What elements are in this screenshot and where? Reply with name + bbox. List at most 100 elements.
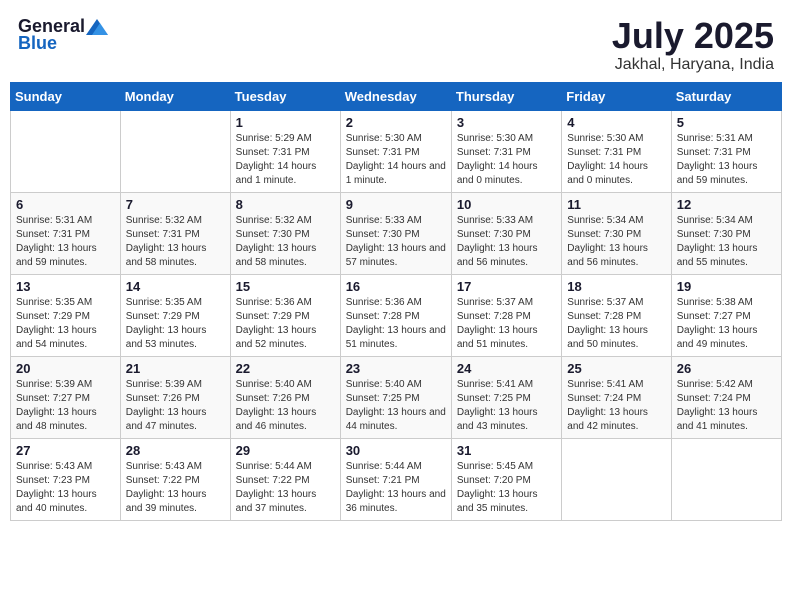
col-monday: Monday	[120, 82, 230, 110]
day-info: Sunrise: 5:41 AM Sunset: 7:25 PM Dayligh…	[457, 378, 556, 434]
day-number: 31	[457, 443, 556, 458]
calendar-cell: 10 Sunrise: 5:33 AM Sunset: 7:30 PM Dayli…	[451, 192, 561, 274]
calendar-cell: 19 Sunrise: 5:38 AM Sunset: 7:27 PM Dayli…	[671, 274, 781, 356]
day-number: 11	[567, 197, 665, 212]
logo-blue-text: Blue	[18, 33, 57, 54]
day-info: Sunrise: 5:30 AM Sunset: 7:31 PM Dayligh…	[346, 132, 446, 188]
day-number: 29	[236, 443, 335, 458]
calendar-cell: 18 Sunrise: 5:37 AM Sunset: 7:28 PM Dayli…	[562, 274, 671, 356]
calendar-cell	[562, 438, 671, 520]
calendar-cell: 27 Sunrise: 5:43 AM Sunset: 7:23 PM Dayli…	[11, 438, 121, 520]
day-info: Sunrise: 5:35 AM Sunset: 7:29 PM Dayligh…	[126, 296, 225, 352]
calendar-cell: 16 Sunrise: 5:36 AM Sunset: 7:28 PM Dayli…	[340, 274, 451, 356]
day-number: 25	[567, 361, 665, 376]
calendar-cell: 28Sunrise: 5:43 AM Sunset: 7:22 PM Dayli…	[120, 438, 230, 520]
calendar-week-2: 6 Sunrise: 5:31 AM Sunset: 7:31 PM Daylig…	[11, 192, 782, 274]
day-number: 10	[457, 197, 556, 212]
day-info: Sunrise: 5:30 AM Sunset: 7:31 PM Dayligh…	[567, 132, 665, 188]
day-info: Sunrise: 5:40 AM Sunset: 7:25 PM Dayligh…	[346, 378, 446, 434]
col-tuesday: Tuesday	[230, 82, 340, 110]
calendar-cell: 11 Sunrise: 5:34 AM Sunset: 7:30 PM Dayli…	[562, 192, 671, 274]
day-info: Sunrise: 5:38 AM Sunset: 7:27 PM Dayligh…	[677, 296, 776, 352]
day-info: Sunrise: 5:32 AM Sunset: 7:31 PM Dayligh…	[126, 214, 225, 270]
day-info: Sunrise: 5:33 AM Sunset: 7:30 PM Dayligh…	[457, 214, 556, 270]
day-info: Sunrise: 5:41 AM Sunset: 7:24 PM Dayligh…	[567, 378, 665, 434]
calendar-cell	[671, 438, 781, 520]
day-info: Sunrise: 5:32 AM Sunset: 7:30 PM Dayligh…	[236, 214, 335, 270]
day-info: Sunrise: 5:30 AM Sunset: 7:31 PM Dayligh…	[457, 132, 556, 188]
calendar-cell: 25 Sunrise: 5:41 AM Sunset: 7:24 PM Dayli…	[562, 356, 671, 438]
calendar-cell: 20 Sunrise: 5:39 AM Sunset: 7:27 PM Dayli…	[11, 356, 121, 438]
day-number: 21	[126, 361, 225, 376]
day-number: 17	[457, 279, 556, 294]
calendar-cell: 9 Sunrise: 5:33 AM Sunset: 7:30 PM Daylig…	[340, 192, 451, 274]
day-number: 18	[567, 279, 665, 294]
day-number: 5	[677, 115, 776, 130]
day-info: Sunrise: 5:36 AM Sunset: 7:28 PM Dayligh…	[346, 296, 446, 352]
day-number: 16	[346, 279, 446, 294]
calendar-header: Sunday Monday Tuesday Wednesday Thursday…	[11, 82, 782, 110]
day-number: 22	[236, 361, 335, 376]
col-wednesday: Wednesday	[340, 82, 451, 110]
day-number: 3	[457, 115, 556, 130]
calendar-cell: 26Sunrise: 5:42 AM Sunset: 7:24 PM Dayli…	[671, 356, 781, 438]
day-info: Sunrise: 5:36 AM Sunset: 7:29 PM Dayligh…	[236, 296, 335, 352]
page-header: General Blue July 2025 Jakhal, Haryana, …	[10, 10, 782, 74]
calendar-subtitle: Jakhal, Haryana, India	[612, 56, 774, 74]
day-info: Sunrise: 5:37 AM Sunset: 7:28 PM Dayligh…	[567, 296, 665, 352]
day-number: 26	[677, 361, 776, 376]
day-number: 12	[677, 197, 776, 212]
calendar-week-5: 27 Sunrise: 5:43 AM Sunset: 7:23 PM Dayli…	[11, 438, 782, 520]
calendar-cell: 14 Sunrise: 5:35 AM Sunset: 7:29 PM Dayli…	[120, 274, 230, 356]
logo-icon	[86, 19, 108, 35]
header-row: Sunday Monday Tuesday Wednesday Thursday…	[11, 82, 782, 110]
calendar-body: 1Sunrise: 5:29 AM Sunset: 7:31 PM Daylig…	[11, 110, 782, 520]
day-info: Sunrise: 5:34 AM Sunset: 7:30 PM Dayligh…	[677, 214, 776, 270]
logo: General Blue	[18, 16, 109, 54]
day-number: 23	[346, 361, 446, 376]
day-info: Sunrise: 5:40 AM Sunset: 7:26 PM Dayligh…	[236, 378, 335, 434]
calendar-cell: 1Sunrise: 5:29 AM Sunset: 7:31 PM Daylig…	[230, 110, 340, 192]
col-thursday: Thursday	[451, 82, 561, 110]
day-number: 7	[126, 197, 225, 212]
calendar-cell: 5Sunrise: 5:31 AM Sunset: 7:31 PM Daylig…	[671, 110, 781, 192]
calendar-cell: 3 Sunrise: 5:30 AM Sunset: 7:31 PM Daylig…	[451, 110, 561, 192]
calendar-cell: 7 Sunrise: 5:32 AM Sunset: 7:31 PM Daylig…	[120, 192, 230, 274]
calendar-cell: 13Sunrise: 5:35 AM Sunset: 7:29 PM Dayli…	[11, 274, 121, 356]
day-info: Sunrise: 5:45 AM Sunset: 7:20 PM Dayligh…	[457, 460, 556, 516]
calendar-cell	[11, 110, 121, 192]
col-sunday: Sunday	[11, 82, 121, 110]
day-number: 13	[16, 279, 115, 294]
calendar-cell: 4 Sunrise: 5:30 AM Sunset: 7:31 PM Daylig…	[562, 110, 671, 192]
day-number: 27	[16, 443, 115, 458]
calendar-week-3: 13 Sunrise: 5:35 AM Sunset: 7:29 PM Dayli…	[11, 274, 782, 356]
col-friday: Friday	[562, 82, 671, 110]
calendar-cell: 21 Sunrise: 5:39 AM Sunset: 7:26 PM Dayli…	[120, 356, 230, 438]
day-info: Sunrise: 5:39 AM Sunset: 7:26 PM Dayligh…	[126, 378, 225, 434]
day-number: 19	[677, 279, 776, 294]
day-number: 9	[346, 197, 446, 212]
day-info: Sunrise: 5:44 AM Sunset: 7:21 PM Dayligh…	[346, 460, 446, 516]
day-number: 1	[236, 115, 335, 130]
calendar-cell: 30Sunrise: 5:44 AM Sunset: 7:21 PM Dayli…	[340, 438, 451, 520]
day-number: 6	[16, 197, 115, 212]
calendar-cell: 31 Sunrise: 5:45 AM Sunset: 7:20 PM Dayli…	[451, 438, 561, 520]
title-block: July 2025 Jakhal, Haryana, India	[612, 16, 774, 74]
day-info: Sunrise: 5:34 AM Sunset: 7:30 PM Dayligh…	[567, 214, 665, 270]
calendar-title: July 2025	[612, 16, 774, 56]
calendar-week-1: 1Sunrise: 5:29 AM Sunset: 7:31 PM Daylig…	[11, 110, 782, 192]
calendar-cell: 24Sunrise: 5:41 AM Sunset: 7:25 PM Dayli…	[451, 356, 561, 438]
day-number: 4	[567, 115, 665, 130]
day-info: Sunrise: 5:33 AM Sunset: 7:30 PM Dayligh…	[346, 214, 446, 270]
day-info: Sunrise: 5:37 AM Sunset: 7:28 PM Dayligh…	[457, 296, 556, 352]
day-number: 20	[16, 361, 115, 376]
calendar-table: Sunday Monday Tuesday Wednesday Thursday…	[10, 82, 782, 521]
day-info: Sunrise: 5:39 AM Sunset: 7:27 PM Dayligh…	[16, 378, 115, 434]
day-number: 15	[236, 279, 335, 294]
day-number: 28	[126, 443, 225, 458]
day-info: Sunrise: 5:43 AM Sunset: 7:23 PM Dayligh…	[16, 460, 115, 516]
calendar-week-4: 20 Sunrise: 5:39 AM Sunset: 7:27 PM Dayli…	[11, 356, 782, 438]
day-number: 14	[126, 279, 225, 294]
calendar-cell: 6 Sunrise: 5:31 AM Sunset: 7:31 PM Daylig…	[11, 192, 121, 274]
day-info: Sunrise: 5:31 AM Sunset: 7:31 PM Dayligh…	[16, 214, 115, 270]
